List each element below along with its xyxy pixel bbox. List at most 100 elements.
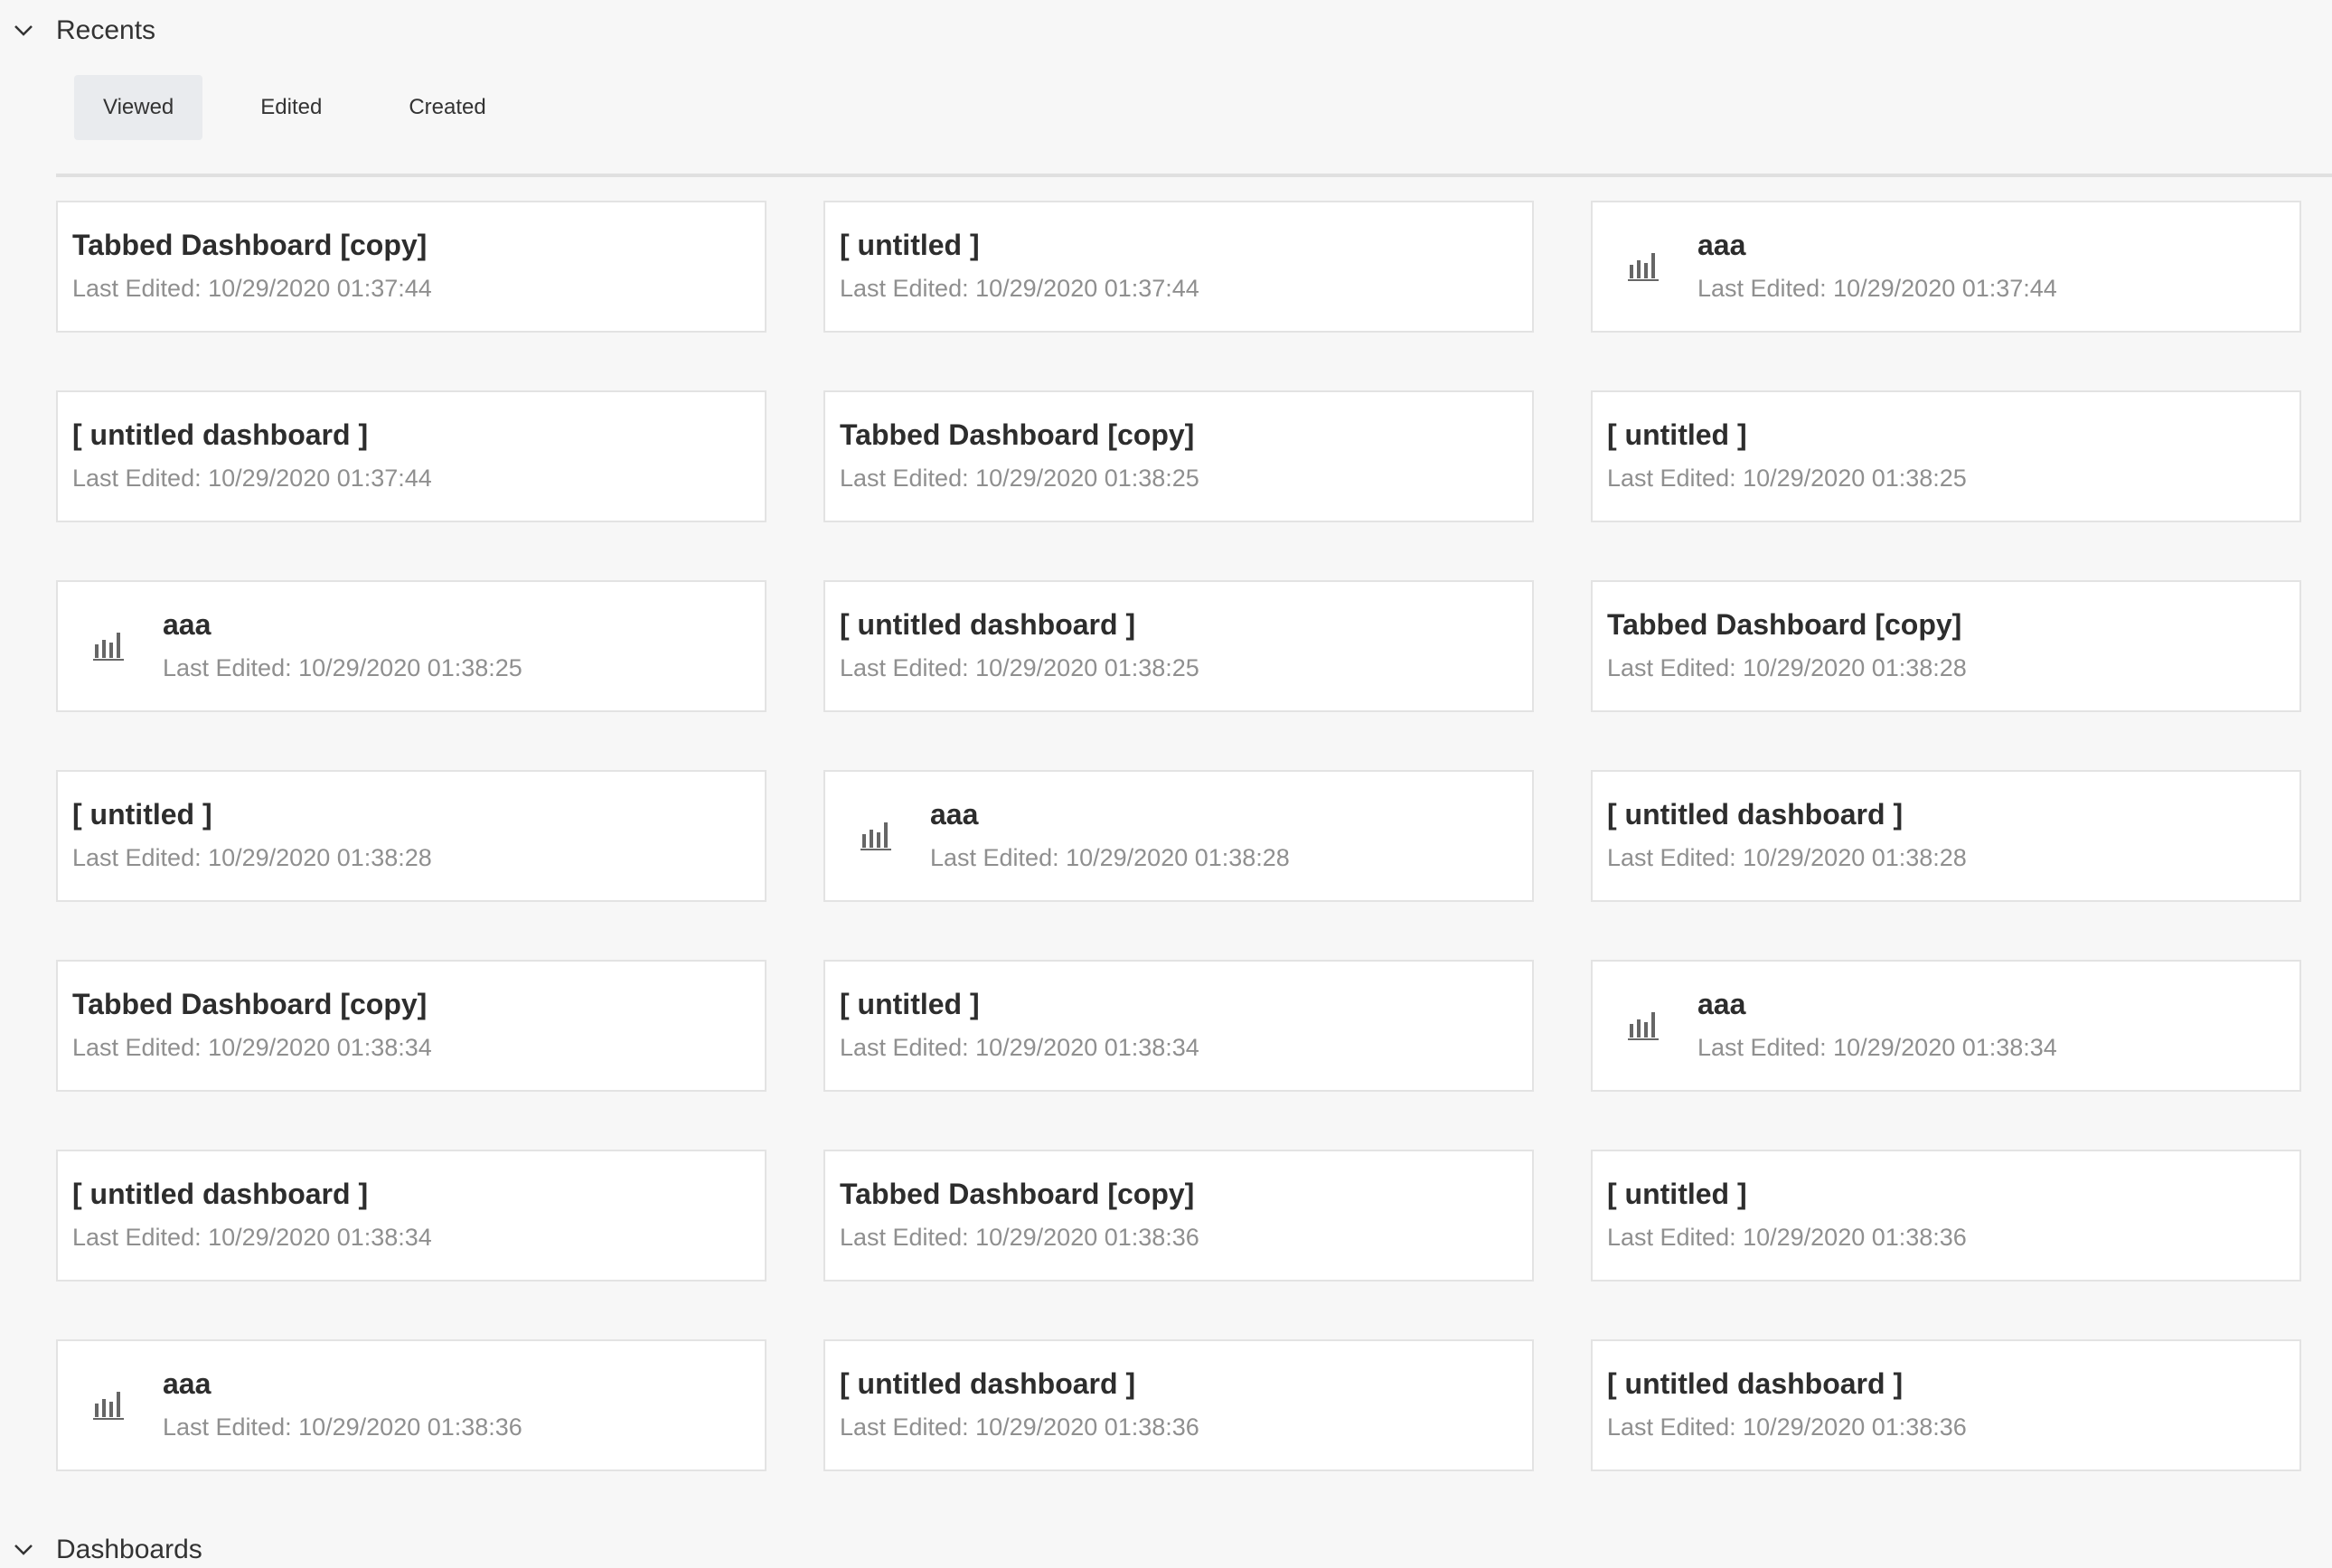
recent-item-text: [ untitled ] Last Edited: 10/29/2020 01:3… <box>1607 417 1967 496</box>
recent-item-title[interactable]: [ untitled ] <box>72 796 432 832</box>
recent-item-card[interactable]: aaa Last Edited: 10/29/2020 01:38:36 <box>56 1339 766 1471</box>
recent-item-text: Tabbed Dashboard [copy] Last Edited: 10/2… <box>72 986 432 1066</box>
chevron-down-icon[interactable] <box>13 1539 34 1561</box>
recent-item-last-edited: Last Edited: 10/29/2020 01:38:36 <box>163 1413 522 1441</box>
recent-item-card[interactable]: Tabbed Dashboard [copy] Last Edited: 10/2… <box>56 201 766 333</box>
recent-item-last-edited: Last Edited: 10/29/2020 01:38:36 <box>840 1413 1199 1441</box>
recent-item-text: [ untitled ] Last Edited: 10/29/2020 01:3… <box>72 796 432 876</box>
tab-viewed[interactable]: Viewed <box>74 75 203 140</box>
bar-chart-icon <box>90 628 127 664</box>
recent-item-title[interactable]: aaa <box>163 1366 522 1402</box>
recent-item-text: [ untitled ] Last Edited: 10/29/2020 01:3… <box>840 227 1199 306</box>
recent-item-card[interactable]: Tabbed Dashboard [copy] Last Edited: 10/2… <box>56 960 766 1092</box>
recent-item-title[interactable]: aaa <box>930 796 1290 832</box>
recent-item-title[interactable]: aaa <box>1697 986 2057 1022</box>
recent-item-card[interactable]: aaa Last Edited: 10/29/2020 01:38:25 <box>56 580 766 712</box>
recent-item-last-edited: Last Edited: 10/29/2020 01:38:25 <box>163 654 522 681</box>
recent-item-last-edited: Last Edited: 10/29/2020 01:37:44 <box>72 275 432 302</box>
recent-item-title[interactable]: [ untitled dashboard ] <box>1607 796 1967 832</box>
recent-item-card[interactable]: Tabbed Dashboard [copy] Last Edited: 10/2… <box>1591 580 2301 712</box>
recent-item-card[interactable]: aaa Last Edited: 10/29/2020 01:38:28 <box>823 770 1534 902</box>
recent-item-text: Tabbed Dashboard [copy] Last Edited: 10/2… <box>72 227 432 306</box>
recent-item-card[interactable]: [ untitled dashboard ] Last Edited: 10/29… <box>56 390 766 522</box>
recent-item-card[interactable]: [ untitled ] Last Edited: 10/29/2020 01:3… <box>56 770 766 902</box>
recent-item-last-edited: Last Edited: 10/29/2020 01:38:25 <box>1607 465 1967 492</box>
recent-item-text: Tabbed Dashboard [copy] Last Edited: 10/2… <box>840 1176 1199 1255</box>
recent-item-text: [ untitled ] Last Edited: 10/29/2020 01:3… <box>840 986 1199 1066</box>
recent-item-text: Tabbed Dashboard [copy] Last Edited: 10/2… <box>1607 606 1967 686</box>
recent-item-title[interactable]: Tabbed Dashboard [copy] <box>72 986 432 1022</box>
recent-item-card[interactable]: [ untitled dashboard ] Last Edited: 10/29… <box>823 580 1534 712</box>
recent-item-text: [ untitled dashboard ] Last Edited: 10/29… <box>840 606 1199 686</box>
recent-item-card[interactable]: [ untitled ] Last Edited: 10/29/2020 01:3… <box>1591 1150 2301 1282</box>
recent-item-title[interactable]: [ untitled dashboard ] <box>72 1176 432 1212</box>
recent-item-text: [ untitled dashboard ] Last Edited: 10/29… <box>840 1366 1199 1445</box>
recent-item-title[interactable]: Tabbed Dashboard [copy] <box>840 417 1199 453</box>
recent-item-last-edited: Last Edited: 10/29/2020 01:38:25 <box>840 654 1199 681</box>
recent-item-card[interactable]: [ untitled ] Last Edited: 10/29/2020 01:3… <box>1591 390 2301 522</box>
recent-item-card[interactable]: Tabbed Dashboard [copy] Last Edited: 10/2… <box>823 390 1534 522</box>
recent-item-card[interactable]: [ untitled ] Last Edited: 10/29/2020 01:3… <box>823 960 1534 1092</box>
recent-item-title[interactable]: [ untitled dashboard ] <box>72 417 432 453</box>
bar-chart-icon <box>1625 249 1661 285</box>
recent-item-title[interactable]: [ untitled dashboard ] <box>1607 1366 1967 1402</box>
recent-item-text: aaa Last Edited: 10/29/2020 01:38:25 <box>163 606 522 686</box>
recent-item-title[interactable]: Tabbed Dashboard [copy] <box>72 227 432 263</box>
recent-item-text: [ untitled dashboard ] Last Edited: 10/29… <box>1607 1366 1967 1445</box>
recent-item-text: [ untitled dashboard ] Last Edited: 10/29… <box>72 1176 432 1255</box>
recents-grid: Tabbed Dashboard [copy] Last Edited: 10/2… <box>56 201 2301 1471</box>
recent-item-last-edited: Last Edited: 10/29/2020 01:38:25 <box>840 465 1199 492</box>
bar-chart-icon <box>858 818 894 854</box>
recents-title: Recents <box>56 15 156 45</box>
recent-item-card[interactable]: aaa Last Edited: 10/29/2020 01:37:44 <box>1591 201 2301 333</box>
recent-item-title[interactable]: [ untitled ] <box>1607 1176 1967 1212</box>
recent-item-card[interactable]: [ untitled ] Last Edited: 10/29/2020 01:3… <box>823 201 1534 333</box>
recent-item-card[interactable]: [ untitled dashboard ] Last Edited: 10/29… <box>823 1339 1534 1471</box>
recent-item-last-edited: Last Edited: 10/29/2020 01:38:34 <box>72 1224 432 1251</box>
recent-item-text: [ untitled ] Last Edited: 10/29/2020 01:3… <box>1607 1176 1967 1255</box>
bar-chart-icon <box>1625 1008 1661 1044</box>
tab-created[interactable]: Created <box>380 75 514 140</box>
recent-item-title[interactable]: Tabbed Dashboard [copy] <box>1607 606 1967 643</box>
recent-item-last-edited: Last Edited: 10/29/2020 01:38:34 <box>1697 1034 2057 1061</box>
dashboards-title: Dashboards <box>56 1535 202 1564</box>
recent-item-text: [ untitled dashboard ] Last Edited: 10/29… <box>1607 796 1967 876</box>
recent-item-title[interactable]: aaa <box>163 606 522 643</box>
recent-item-title[interactable]: [ untitled dashboard ] <box>840 606 1199 643</box>
recent-item-last-edited: Last Edited: 10/29/2020 01:37:44 <box>840 275 1199 302</box>
bar-chart-icon <box>90 1387 127 1423</box>
recent-item-title[interactable]: Tabbed Dashboard [copy] <box>840 1176 1199 1212</box>
recents-section-header[interactable]: Recents <box>0 13 155 49</box>
recent-item-card[interactable]: [ untitled dashboard ] Last Edited: 10/29… <box>56 1150 766 1282</box>
recent-item-text: [ untitled dashboard ] Last Edited: 10/29… <box>72 417 432 496</box>
recent-item-title[interactable]: [ untitled ] <box>840 227 1199 263</box>
recent-item-last-edited: Last Edited: 10/29/2020 01:38:34 <box>72 1034 432 1061</box>
recent-item-card[interactable]: aaa Last Edited: 10/29/2020 01:38:34 <box>1591 960 2301 1092</box>
recent-item-last-edited: Last Edited: 10/29/2020 01:37:44 <box>1697 275 2057 302</box>
recent-item-last-edited: Last Edited: 10/29/2020 01:38:36 <box>1607 1413 1967 1441</box>
recent-item-last-edited: Last Edited: 10/29/2020 01:38:28 <box>72 844 432 871</box>
recent-item-last-edited: Last Edited: 10/29/2020 01:38:28 <box>930 844 1290 871</box>
recent-item-last-edited: Last Edited: 10/29/2020 01:38:28 <box>1607 844 1967 871</box>
recent-item-text: Tabbed Dashboard [copy] Last Edited: 10/2… <box>840 417 1199 496</box>
chevron-down-icon[interactable] <box>13 20 34 42</box>
recents-tabs: Viewed Edited Created <box>56 75 2332 177</box>
recent-item-title[interactable]: [ untitled dashboard ] <box>840 1366 1199 1402</box>
recent-item-text: aaa Last Edited: 10/29/2020 01:37:44 <box>1697 227 2057 306</box>
recent-item-title[interactable]: [ untitled ] <box>1607 417 1967 453</box>
recent-item-text: aaa Last Edited: 10/29/2020 01:38:28 <box>930 796 1290 876</box>
dashboards-section-header[interactable]: Dashboards <box>0 1532 202 1568</box>
recent-item-last-edited: Last Edited: 10/29/2020 01:37:44 <box>72 465 432 492</box>
recent-item-title[interactable]: [ untitled ] <box>840 986 1199 1022</box>
recent-item-last-edited: Last Edited: 10/29/2020 01:38:28 <box>1607 654 1967 681</box>
recent-item-last-edited: Last Edited: 10/29/2020 01:38:34 <box>840 1034 1199 1061</box>
recent-item-last-edited: Last Edited: 10/29/2020 01:38:36 <box>1607 1224 1967 1251</box>
tab-edited[interactable]: Edited <box>231 75 351 140</box>
recent-item-text: aaa Last Edited: 10/29/2020 01:38:34 <box>1697 986 2057 1066</box>
recent-item-title[interactable]: aaa <box>1697 227 2057 263</box>
recent-item-card[interactable]: [ untitled dashboard ] Last Edited: 10/29… <box>1591 770 2301 902</box>
recent-item-card[interactable]: [ untitled dashboard ] Last Edited: 10/29… <box>1591 1339 2301 1471</box>
recent-item-last-edited: Last Edited: 10/29/2020 01:38:36 <box>840 1224 1199 1251</box>
recent-item-text: aaa Last Edited: 10/29/2020 01:38:36 <box>163 1366 522 1445</box>
recent-item-card[interactable]: Tabbed Dashboard [copy] Last Edited: 10/2… <box>823 1150 1534 1282</box>
